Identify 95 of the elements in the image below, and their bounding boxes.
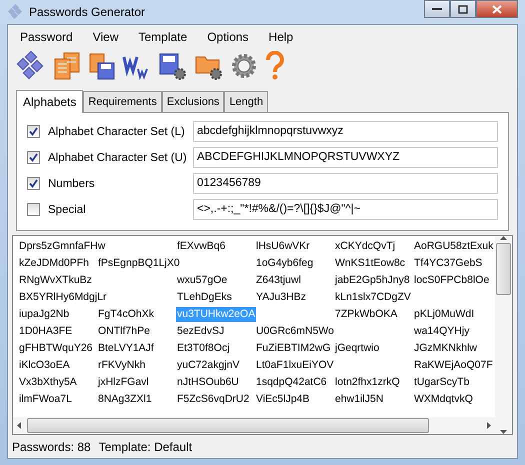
checkbox-label: Special	[48, 204, 87, 216]
generated-password[interactable]: 1D0HA3FE	[18, 324, 74, 339]
generated-password[interactable]: TLehDgEks	[176, 290, 233, 305]
input-field[interactable]: <>,.-+:;_"*!#%&/()=?\[]{}$J@"^|~	[193, 199, 498, 220]
scroll-thumb[interactable]	[27, 418, 429, 433]
generated-password[interactable]: pKLj0MuWdI	[413, 307, 476, 322]
scroll-left-icon[interactable]	[17, 422, 21, 429]
close-icon[interactable]	[492, 4, 502, 14]
checkbox-label: Alphabet Character Set (U)	[48, 152, 188, 164]
scroll-thumb[interactable]	[496, 243, 511, 295]
generated-password[interactable]: FgT4cOhXk	[97, 307, 156, 322]
documents-icon[interactable]	[52, 51, 82, 81]
generated-password[interactable]: tUgarScyTb	[413, 375, 470, 390]
checkbox[interactable]	[27, 203, 40, 216]
generated-password[interactable]: lotn2fhx1zrkQ	[334, 375, 401, 390]
menu-item[interactable]: Help	[258, 29, 304, 45]
status-text: Passwords: 88	[12, 440, 91, 454]
generated-password[interactable]: WXMdqtvkQ	[413, 392, 474, 407]
generated-password[interactable]: RNgWvXTkuBz	[18, 273, 93, 288]
generated-password[interactable]: BX5YRlHy6MdgjLr	[18, 290, 108, 305]
generated-password[interactable]: AoRGU58ztExuk	[413, 239, 494, 254]
tab[interactable]: Exclusions	[162, 91, 224, 112]
tab[interactable]: Requirements	[83, 91, 162, 112]
generated-password[interactable]: 1sqdpQ42atC6	[255, 375, 328, 390]
save-document-icon[interactable]	[88, 51, 116, 81]
generated-password[interactable]: nJtHSOub6U	[176, 375, 240, 390]
generated-password[interactable]: wa14QYHjy	[413, 324, 470, 339]
generated-password[interactable]: Et3T0f8Ocj	[176, 341, 231, 356]
generated-password[interactable]: iKlcO3oEA	[18, 358, 71, 373]
generated-password[interactable]: YAJu3HBz	[255, 290, 307, 305]
tab[interactable]: Length	[224, 91, 268, 112]
generated-password[interactable]: FuZiEBTIM2wG	[255, 341, 332, 356]
generated-password[interactable]: BteLVY1AJf	[97, 341, 155, 356]
generated-password[interactable]: Dprs5zGmnfaFHw	[18, 239, 106, 254]
minimize-icon[interactable]	[432, 7, 442, 11]
window-title: Passwords Generator	[29, 5, 146, 19]
generated-password[interactable]: 8NAg3ZXl1	[97, 392, 153, 407]
maximize-icon[interactable]	[458, 4, 468, 14]
checkbox[interactable]	[27, 151, 40, 164]
generated-password[interactable]: kLn1slx7CDgZV	[334, 290, 412, 305]
input-field[interactable]: ABCDEFGHIJKLMNOPQRSTUVWXYZ	[193, 147, 498, 168]
menu-item[interactable]: Password	[10, 29, 83, 45]
save-settings-icon[interactable]	[158, 51, 188, 81]
generated-password[interactable]: 7ZPkWbOKA	[334, 307, 398, 322]
generated-password[interactable]: ehw1ilJ5N	[334, 392, 384, 407]
checkbox[interactable]	[27, 125, 40, 138]
generated-password[interactable]: jGeqrtwio	[334, 341, 380, 356]
generated-password[interactable]: Vx3bXthy5A	[18, 375, 78, 390]
generated-password[interactable]: lHsU6wVKr	[255, 239, 311, 254]
input-field[interactable]: 0123456789	[193, 173, 498, 194]
generated-password[interactable]: fEXvwBq6	[176, 239, 226, 254]
generated-password[interactable]: yuC72akgjnV	[176, 358, 240, 373]
horizontal-scrollbar[interactable]	[13, 417, 495, 434]
generated-password[interactable]: ONTlf7hPe	[97, 324, 151, 339]
menu-item[interactable]: Options	[197, 29, 259, 45]
generated-password[interactable]: Tf4YC37GebS	[413, 256, 484, 271]
generated-password[interactable]: xCKYdcQvTj	[334, 239, 396, 254]
generated-password[interactable]: ilmFWoa7L	[18, 392, 73, 407]
generated-password[interactable]: JGzMKNkhlw	[413, 341, 478, 356]
generated-password[interactable]: jabE2Gp5hJny8	[334, 273, 411, 288]
generated-password[interactable]: fPsEgnpBQ1LjX0	[97, 256, 181, 271]
menu-item[interactable]: View	[82, 29, 128, 45]
diamonds-icon[interactable]	[14, 51, 46, 81]
scroll-right-icon[interactable]	[487, 422, 491, 429]
generated-password[interactable]: F5ZcS6vqDrU2	[176, 392, 250, 407]
input-field[interactable]: abcdefghijklmnopqrstuvwxyz	[193, 121, 498, 142]
tab[interactable]: Alphabets	[16, 90, 84, 113]
generated-password[interactable]: WnKS1tEow8c	[334, 256, 406, 271]
generated-password[interactable]: kZeJDMd0PFh	[18, 256, 90, 271]
maximize-button[interactable]	[450, 0, 476, 18]
scroll-up-icon[interactable]	[500, 236, 507, 240]
generated-password[interactable]: iupaJg2Nb	[18, 307, 70, 322]
generated-password[interactable]: Lt0aF1lxuEiYOV	[255, 358, 335, 373]
checkbox-label: Numbers	[48, 178, 96, 190]
status-text: Template: Default	[98, 440, 192, 454]
generated-password[interactable]: jxHlzFGavl	[97, 375, 150, 390]
scroll-down-icon[interactable]	[500, 430, 507, 434]
menu-item[interactable]: Template	[128, 29, 198, 45]
generated-password[interactable]: U0GRc6mN5Wo	[255, 324, 335, 339]
generated-password[interactable]: RaKWEjAoQ07F	[413, 358, 494, 373]
generated-password[interactable]: ViEc5lJp4B	[255, 392, 311, 407]
close-button[interactable]	[476, 0, 518, 18]
generated-password[interactable]: gFHBTWquY26	[18, 341, 94, 356]
settings-icon[interactable]	[230, 52, 258, 80]
app-icon	[7, 4, 23, 20]
generated-password[interactable]: 1oG4yb6feg	[255, 256, 314, 271]
generated-password[interactable]: locS0FPCb8lOe	[413, 273, 490, 288]
generated-password[interactable]: Z643tjuwl	[255, 273, 302, 288]
generated-password[interactable]: 5ezEdvSJ	[176, 324, 226, 339]
checkbox[interactable]	[27, 177, 40, 190]
generated-password[interactable]: rFKVyNkh	[97, 358, 146, 373]
minimize-button[interactable]	[424, 0, 450, 18]
vertical-scrollbar[interactable]	[495, 236, 512, 434]
generated-password[interactable]: wxu57gOe	[176, 273, 228, 288]
checkbox-label: Alphabet Character Set (L)	[48, 126, 186, 138]
